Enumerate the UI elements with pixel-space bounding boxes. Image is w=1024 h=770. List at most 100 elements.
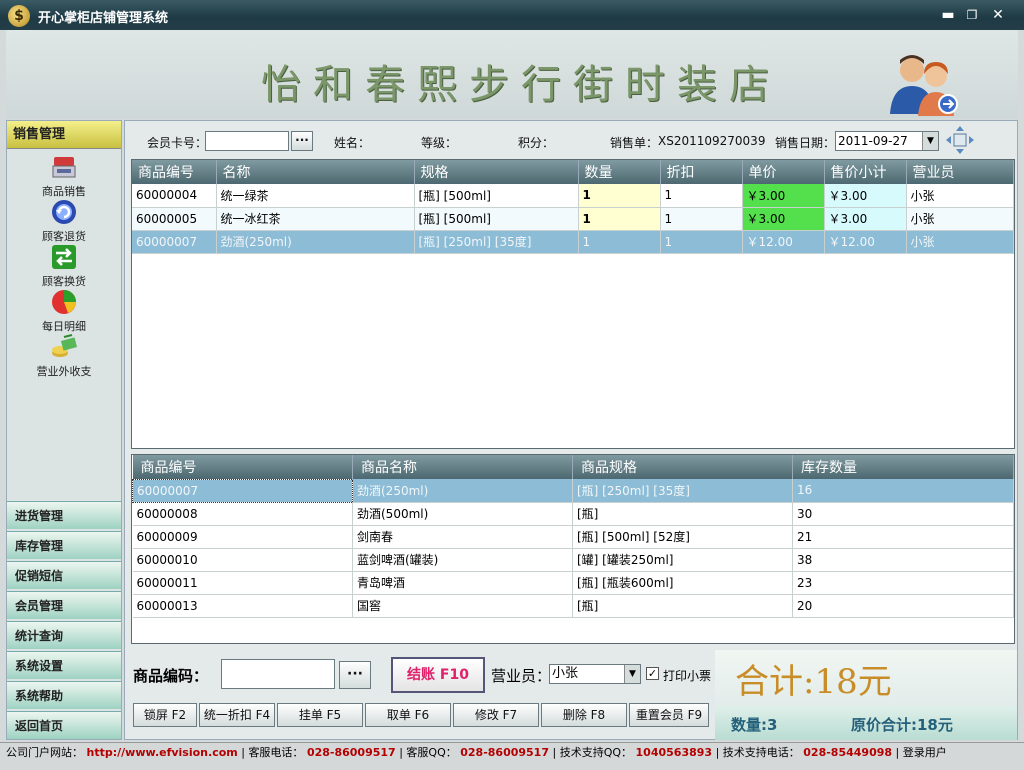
member-card-input[interactable] [205,131,289,151]
modify-button[interactable]: 修改 F7 [453,703,539,727]
table-cell: 1 [660,230,743,254]
title-bar: $ 开心掌柜店铺管理系统 ▬ ❐ ✕ [0,0,1024,30]
tech-phone-label: 技术支持电话： [722,746,800,759]
column-header[interactable]: 折扣 [660,160,743,184]
column-header[interactable]: 售价小计 [824,160,907,184]
company-site-link[interactable]: http://www.efvision.com [87,746,238,759]
column-header[interactable]: 营业员 [906,160,1014,184]
tech-qq: 1040563893 [635,746,713,759]
nav-purchase[interactable]: 进货管理 [7,501,121,529]
chevron-down-icon[interactable]: ▼ [922,132,938,150]
sidebar-item-non-operating[interactable]: 营业外收支 [7,333,121,379]
column-header[interactable]: 商品编号 [132,160,217,184]
price-cell: ￥12.00 [742,230,825,254]
column-header[interactable]: 商品名称 [352,455,573,479]
column-header[interactable]: 数量 [578,160,661,184]
table-cell: 小张 [906,184,1014,208]
nav-members[interactable]: 会员管理 [7,591,121,619]
table-cell: 统一绿茶 [216,184,415,208]
maximize-button[interactable]: ❐ [962,6,982,24]
hold-order-button[interactable]: 挂单 F5 [277,703,363,727]
nav-settings[interactable]: 系统设置 [7,651,121,679]
product-browse-button[interactable]: ··· [339,661,371,689]
uniform-discount-button[interactable]: 统一折扣 F4 [199,703,275,727]
table-cell: 16 [792,479,1014,503]
column-header[interactable]: 单价 [742,160,825,184]
minimize-button[interactable]: ▬ [938,6,958,24]
table-cell: [瓶] [500ml] [414,184,579,208]
sidebar-item-label: 营业外收支 [36,365,92,378]
sidebar-item-customer-return[interactable]: 顾客退货 [7,198,121,244]
register-icon [52,157,76,178]
checkout-button[interactable]: 结账 F10 [391,657,485,693]
tech-phone: 028-85449098 [803,746,893,759]
table-row[interactable]: 60000004 统一绿茶 [瓶] [500ml] 1 1 ￥3.00 ￥3.0… [132,184,1014,208]
column-header[interactable]: 库存数量 [792,455,1014,479]
nav-inventory[interactable]: 库存管理 [7,531,121,559]
table-cell: 60000013 [132,594,353,618]
main-panel: 会员卡号： ··· 姓名： 等级： 积分： 销售单： XS20110927003… [124,120,1018,740]
nav-promo-sms[interactable]: 促销短信 [7,561,121,589]
service-phone: 028-86009517 [306,746,396,759]
quantity-cell[interactable]: 1 [578,230,661,254]
nav-help[interactable]: 系统帮助 [7,681,121,709]
table-row[interactable]: 60000009 剑南春 [瓶] [500ml] [52度] 21 [132,525,1014,549]
pie-chart-icon [52,290,76,314]
grand-total: 合计:18元 [735,662,892,702]
sidebar-item-product-sales[interactable]: 商品销售 [7,153,121,199]
table-cell: 20 [792,594,1014,618]
sidebar-item-daily-detail[interactable]: 每日明细 [7,288,121,334]
print-receipt-checkbox[interactable]: ✓ [646,667,659,680]
table-cell: 青岛啤酒 [352,571,573,595]
quantity-cell[interactable]: 1 [578,207,661,231]
column-header[interactable]: 商品规格 [572,455,793,479]
phone-label: 客服电话： [248,746,304,759]
member-browse-button[interactable]: ··· [291,131,313,151]
table-cell: 剑南春 [352,525,573,549]
level-label: 等级： [421,136,458,150]
table-row-selected[interactable]: 60000007 劲酒(250ml) [瓶] [250ml] [35度] 16 [132,478,1014,503]
table-cell: [瓶] [瓶装600ml] [572,571,793,595]
subtotal-cell: ￥3.00 [824,207,907,231]
name-label: 姓名： [334,136,371,150]
sidebar-item-customer-exchange[interactable]: 顾客换货 [7,243,121,289]
tech-qq-label: 技术支持QQ： [559,746,633,759]
table-row[interactable]: 60000005 统一冰红茶 [瓶] [500ml] 1 1 ￥3.00 ￥3.… [132,207,1014,231]
column-header[interactable]: 名称 [216,160,415,184]
table-cell: 38 [792,548,1014,572]
nav-statistics[interactable]: 统计查询 [7,621,121,649]
table-cell: 60000010 [132,548,353,572]
sidebar-header-sales[interactable]: 销售管理 [7,121,121,149]
member-card-label: 会员卡号： [147,136,208,150]
table-row[interactable]: 60000013 国窖 [瓶] 20 [132,594,1014,618]
retrieve-order-button[interactable]: 取单 F6 [365,703,451,727]
column-header[interactable]: 商品编号 [132,455,353,479]
store-name: 怡和春熙步行街时装店 [261,62,781,108]
clerk-label: 营业员： [491,667,552,685]
reset-member-button[interactable]: 重置会员 F9 [629,703,709,727]
sale-date-picker[interactable]: 2011-09-27 ▼ [835,131,939,151]
stock-table-header: 商品编号 商品名称 商品规格 库存数量 [132,455,1014,479]
quantity-cell[interactable]: 1 [578,184,661,208]
table-cell: 30 [792,502,1014,526]
close-button[interactable]: ✕ [988,6,1008,24]
print-receipt-label: 打印小票 [663,669,712,683]
column-header[interactable]: 规格 [414,160,579,184]
nav-home[interactable]: 返回首页 [7,711,121,739]
window-title: 开心掌柜店铺管理系统 [38,11,169,26]
chevron-down-icon[interactable]: ▼ [624,665,640,683]
original-total: 原价合计:18元 [851,716,953,734]
table-row-selected[interactable]: 60000007 劲酒(250ml) [瓶] [250ml] [35度] 1 1… [132,230,1014,254]
table-row[interactable]: 60000011 青岛啤酒 [瓶] [瓶装600ml] 23 [132,571,1014,595]
return-icon [52,200,76,224]
sidebar-item-label: 顾客退货 [42,230,86,243]
lock-screen-button[interactable]: 锁屏 F2 [133,703,197,727]
users-icon [890,55,958,116]
move-arrows-icon[interactable] [945,125,975,155]
table-row[interactable]: 60000008 劲酒(500ml) [瓶] 30 [132,502,1014,526]
clerk-select[interactable]: 小张 ▼ [549,664,641,684]
table-row[interactable]: 60000010 蓝剑啤酒(罐装) [罐] [罐装250ml] 38 [132,548,1014,572]
delete-button[interactable]: 删除 F8 [541,703,627,727]
subtotal-cell: ￥12.00 [824,230,907,254]
product-code-input[interactable] [221,659,335,689]
